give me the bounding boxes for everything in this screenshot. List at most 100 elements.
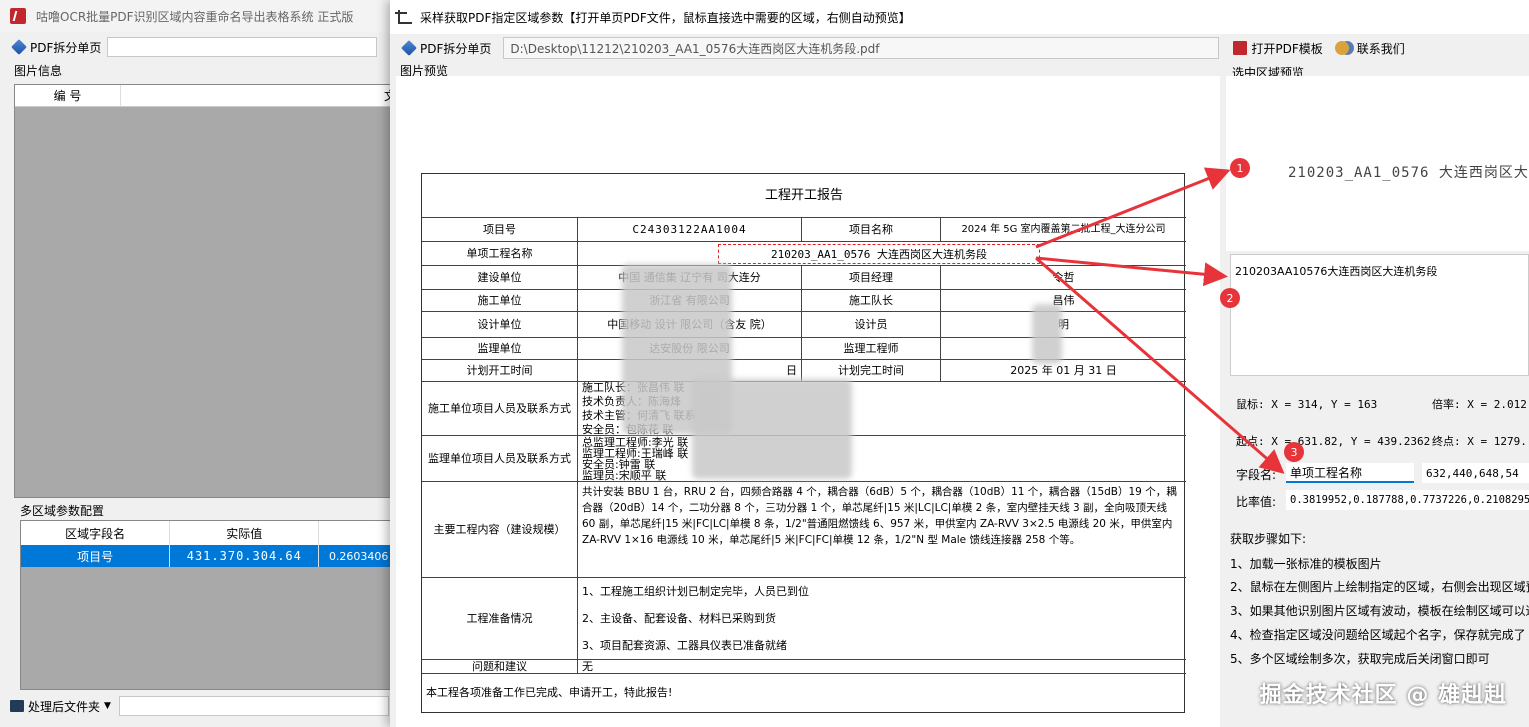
- cell-project-no: C24303122AA1004: [578, 218, 802, 242]
- cell-project-no-label: 项目号: [422, 218, 578, 242]
- main-split-button[interactable]: PDF拆分单页: [6, 36, 108, 58]
- prep-line: 1、工程施工组织计划已制定完毕，人员已到位: [582, 584, 809, 598]
- cell-designer: 明: [941, 312, 1186, 338]
- cube-icon: [401, 40, 417, 56]
- end-coords: 终点: X = 1279.: [1432, 435, 1527, 448]
- step-item: 3、如果其他识别图片区域有波动，模板在绘制区域可以适: [1230, 604, 1529, 618]
- contact-button[interactable]: 联系我们: [1328, 37, 1411, 59]
- image-list[interactable]: 编 号 文: [14, 84, 401, 498]
- main-window-title: 咕噜OCR批量PDF识别区域内容重命名导出表格系统 正式版: [36, 9, 354, 24]
- ocr-result-box[interactable]: 210203AA10576大连西岗区大连机务段: [1230, 254, 1529, 376]
- cell-captain: 昌伟: [941, 290, 1186, 312]
- cell-project-name-label: 项目名称: [802, 218, 941, 242]
- cell-prep: 1、工程施工组织计划已制定完毕，人员已到位 2、主设备、配套设备、材料已采购到货…: [578, 578, 1186, 660]
- dialog-toolbar: PDF拆分单页 D:\Desktop\11212\210203_AA1_0576…: [396, 36, 1529, 60]
- sampling-dialog: 采样获取PDF指定区域参数【打开单页PDF文件，鼠标直接选中需要的区域，右侧自动…: [390, 0, 1529, 727]
- cell-sup-staff-label: 监理单位项目人员及联系方式: [422, 436, 578, 482]
- grid-cell-value: 431.370.304.64: [170, 545, 320, 567]
- multi-region-group-label: 多区域参数配置: [20, 504, 105, 518]
- watermark-text: 掘金技术社区 @ 雄赳赳: [1259, 683, 1507, 708]
- region-grid-header: 区域字段名 实际值: [21, 521, 399, 545]
- report-title: 工程开工报告: [422, 174, 1186, 218]
- bottom-bar: 处理后文件夹 ▼: [10, 694, 400, 718]
- cell-designer-label: 设计员: [802, 312, 941, 338]
- folder-icon: [10, 700, 24, 712]
- cell-const-label: 施工单位: [422, 290, 578, 312]
- cell-sup-staff: 总监理工程师:李光 联 监理工程师:王瑞峰 联 安全员:钟雷 联 监理员:宋顺平…: [578, 436, 1186, 482]
- list-col-file: 文: [121, 85, 401, 106]
- step-badge: 2: [1220, 288, 1240, 308]
- report-footer: 本工程各项准备工作已完成、申请开工，特此报告!: [426, 686, 673, 699]
- cell-manager: 令哲: [941, 266, 1186, 290]
- prep-line: 2、主设备、配套设备、材料已采购到货: [582, 611, 776, 625]
- ratio-readout: 倍率: X = 2.012: [1432, 398, 1527, 411]
- privacy-blur: [692, 379, 852, 479]
- dialog-title-bar: 采样获取PDF指定区域参数【打开单页PDF文件，鼠标直接选中需要的区域，右侧自动…: [390, 0, 1529, 34]
- pdf-path-field[interactable]: D:\Desktop\11212\210203_AA1_0576大连西岗区大连机…: [503, 37, 1220, 59]
- main-window: 咕噜OCR批量PDF识别区域内容重命名导出表格系统 正式版 PDF拆分单页 图片…: [0, 0, 401, 727]
- cell-design-label: 设计单位: [422, 312, 578, 338]
- step-item: 5、多个区域绘制多次，获取完成后关闭窗口即可: [1230, 652, 1490, 666]
- privacy-blur: [1032, 304, 1062, 364]
- step-item: 2、鼠标在左侧图片上绘制指定的区域，右侧会出现区域预: [1230, 580, 1529, 594]
- contact-icon: [1334, 41, 1349, 55]
- sub-name-text: 210203_AA1_0576 大连西岗区大连机务段: [771, 248, 987, 261]
- app-logo-icon: [10, 8, 26, 24]
- prep-line: 3、项目配套资源、工器具仪表已准备就绪: [582, 638, 787, 652]
- ocr-result-text: 210203AA10576大连西岗区大连机务段: [1235, 265, 1438, 278]
- step-badge: 1: [1230, 158, 1250, 178]
- cell-end: 2025 年 01 月 31 日: [941, 360, 1186, 382]
- split-page-button[interactable]: PDF拆分单页: [396, 37, 498, 59]
- crop-icon: [395, 10, 412, 24]
- cell-content: 共计安装 BBU 1 台，RRU 2 台，四频合路器 4 个，耦合器（6dB）5…: [578, 482, 1186, 578]
- chevron-down-icon[interactable]: ▼: [104, 701, 111, 711]
- ratio-value-input[interactable]: 0.3819952,0.187788,0.7737226,0.2108295: [1286, 490, 1529, 510]
- cell-sub-name-label: 单项工程名称: [422, 242, 578, 266]
- start-coords: 起点: X = 631.82, Y = 439.2362: [1236, 435, 1431, 448]
- cell-super-label: 监理单位: [422, 338, 578, 360]
- main-title-bar: 咕噜OCR批量PDF识别区域内容重命名导出表格系统 正式版: [0, 0, 400, 32]
- cell-start-label: 计划开工时间: [422, 360, 578, 382]
- grid-col-value: 实际值: [170, 521, 320, 545]
- selection-preview-text: 210203_AA1_0576 大连西岗区大: [1288, 165, 1529, 181]
- step-item: 4、检查指定区域没问题给区域起个名字，保存就完成了: [1230, 628, 1526, 642]
- step-item: 1、加载一张标准的模板图片: [1230, 557, 1382, 571]
- cell-manager-label: 项目经理: [802, 266, 941, 290]
- dialog-title: 采样获取PDF指定区域参数【打开单页PDF文件，鼠标直接选中需要的区域，右侧自动…: [420, 10, 911, 25]
- cell-content-label: 主要工程内容（建设规模）: [422, 482, 578, 578]
- open-template-label: 打开PDF模板: [1251, 41, 1323, 56]
- ratio-label: 比率值:: [1236, 495, 1277, 509]
- field-name-label: 字段名:: [1236, 468, 1277, 482]
- cell-staff-label: 施工单位项目人员及联系方式: [422, 382, 578, 436]
- contact-label: 联系我们: [1356, 41, 1405, 56]
- cell-engineer-label: 监理工程师: [802, 338, 941, 360]
- sup-staff-line: 安全员:钟雷 联: [582, 457, 656, 471]
- field-name-input[interactable]: 单项工程名称: [1286, 463, 1414, 483]
- sup-staff-line: 监理员:宋顺平 联: [582, 468, 667, 482]
- folder-path-field[interactable]: [118, 696, 389, 716]
- cell-engineer: [941, 338, 1186, 360]
- cell-prep-label: 工程准备情况: [422, 578, 578, 660]
- steps-title: 获取步骤如下:: [1230, 532, 1307, 546]
- pdf-icon: [1233, 41, 1248, 55]
- processed-folder-button[interactable]: 处理后文件夹: [28, 698, 100, 715]
- table-row[interactable]: 项目号 431.370.304.64 0.2603406: [21, 545, 399, 567]
- image-list-header: 编 号 文: [15, 85, 401, 107]
- selection-rectangle[interactable]: 210203_AA1_0576 大连西岗区大连机务段: [718, 244, 1040, 264]
- selection-image-preview: 210203_AA1_0576 大连西岗区大: [1226, 76, 1529, 251]
- open-template-button[interactable]: 打开PDF模板: [1227, 37, 1329, 59]
- grid-cell-field: 项目号: [21, 545, 171, 567]
- cell-build-label: 建设单位: [422, 266, 578, 290]
- sup-staff-line: 总监理工程师:李光 联: [582, 435, 689, 449]
- cell-project-name: 2024 年 5G 室内覆盖第二批工程_大连分公司: [941, 218, 1186, 242]
- main-path-field[interactable]: [107, 37, 378, 57]
- region-grid[interactable]: 区域字段名 实际值 项目号 431.370.304.64 0.2603406: [20, 520, 400, 690]
- cell-captain-label: 施工队长: [802, 290, 941, 312]
- mouse-coords: 鼠标: X = 314, Y = 163: [1236, 398, 1378, 411]
- field-coords-input[interactable]: 632,440,648,54: [1422, 463, 1529, 483]
- main-toolbar: PDF拆分单页: [6, 35, 400, 59]
- step-badge: 3: [1284, 442, 1304, 462]
- pdf-preview-canvas[interactable]: 工程开工报告 项目号 C24303122AA1004 项目名称 2024 年 5…: [396, 76, 1220, 727]
- cell-issue-label: 问题和建议: [422, 660, 578, 674]
- grid-col-ratio: [319, 521, 399, 545]
